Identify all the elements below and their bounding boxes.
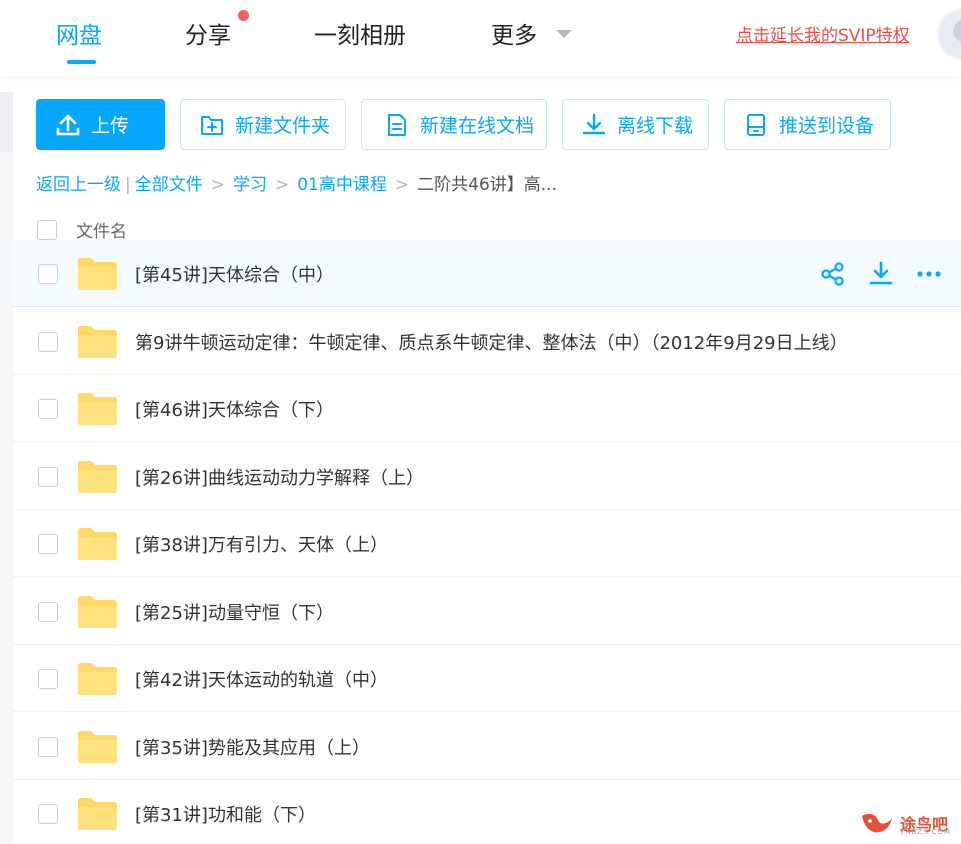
share-icon[interactable] [819,260,847,288]
avatar[interactable] [937,8,961,60]
share-badge-dot [238,10,249,21]
chevron-down-icon[interactable] [556,30,572,38]
upload-icon [56,114,80,135]
file-row[interactable]: [第42讲]天体运动的轨道（中） [13,645,961,712]
column-header-filename: 文件名 [76,222,127,242]
upload-label: 上传 [91,115,130,137]
row-checkbox[interactable] [38,466,58,487]
push-to-device-label: 推送到设备 [779,115,875,137]
row-checkbox[interactable] [38,399,58,419]
folder-icon [78,663,117,695]
download-icon[interactable] [867,260,895,288]
file-row[interactable]: [第26讲]曲线运动动力学解释（上） [13,443,961,510]
breadcrumb-back[interactable]: 返回上一级 [36,175,121,195]
bird-logo-icon [862,813,892,833]
upload-button[interactable]: 上传 [36,99,165,150]
file-name[interactable]: [第45讲]天体综合（中） [135,261,334,287]
row-checkbox[interactable] [38,736,58,757]
file-name[interactable]: [第25讲]动量守恒（下） [135,599,334,625]
offline-download-button[interactable]: 离线下载 [562,99,709,150]
folder-icon [78,325,117,358]
folder-icon [78,595,117,628]
folder-icon [78,393,117,425]
nav-tab-netdisk[interactable]: 网盘 [56,16,102,50]
folder-icon [78,528,117,560]
new-online-doc-label: 新建在线文档 [420,115,535,137]
nav-tab-more[interactable]: 更多 [491,16,537,50]
device-icon [747,113,765,136]
more-icon[interactable] [915,260,943,288]
offline-download-label: 离线下载 [617,115,694,137]
nav-tab-share[interactable]: 分享 [185,16,231,50]
file-name[interactable]: [第26讲]曲线运动动力学解释（上） [135,464,424,490]
breadcrumb: 返回上一级 | 全部文件 > 学习 >01高中课程 > 二阶共46讲】高... [36,170,557,195]
breadcrumb-item-all-files[interactable]: 全部文件 [135,175,203,195]
file-row[interactable]: [第31讲]功和能（下） [13,780,961,844]
left-sidebar-edge [0,92,13,844]
top-nav: 网盘 分享 一刻相册 更多 点击延长我的SVIP特权 [0,0,961,76]
breadcrumb-separator: > [210,175,225,195]
select-all-checkbox[interactable] [37,220,57,240]
watermark-sub: TNBZS.COM [900,828,952,836]
download-icon [582,113,606,134]
file-name[interactable]: [第46讲]天体综合（下） [135,396,334,422]
new-online-doc-button[interactable]: 新建在线文档 [361,99,547,150]
row-checkbox[interactable] [38,804,58,824]
breadcrumb-separator: > [394,175,410,195]
document-icon [388,113,406,136]
row-checkbox[interactable] [38,534,58,554]
file-row[interactable]: [第45讲]天体综合（中） [13,240,961,307]
file-row[interactable]: 第9讲牛顿运动定律：牛顿定律、质点系牛顿定律、整体法（中）（2012年9月29日… [13,308,961,375]
folder-icon [78,730,117,763]
file-row[interactable]: [第38讲]万有引力、天体（上） [13,510,961,577]
breadcrumb-divider: | [125,175,131,195]
folder-icon [78,798,117,830]
nav-active-underline [67,60,96,64]
watermark-logo: 途鸟吧 TNBZS.COM [858,808,952,838]
file-name[interactable]: [第31讲]功和能（下） [135,801,316,827]
file-name[interactable]: 第9讲牛顿运动定律：牛顿定律、质点系牛顿定律、整体法（中）（2012年9月29日… [135,329,848,355]
new-folder-label: 新建文件夹 [235,115,331,137]
file-row[interactable]: [第25讲]动量守恒（下） [13,578,961,645]
file-name[interactable]: [第42讲]天体运动的轨道（中） [135,666,388,692]
folder-icon [78,258,117,290]
row-checkbox[interactable] [38,601,58,622]
file-row[interactable]: [第46讲]天体综合（下） [13,375,961,442]
row-checkbox[interactable] [38,331,58,352]
breadcrumb-item-study[interactable]: 学习 [233,175,267,195]
row-checkbox[interactable] [38,669,58,689]
row-checkbox[interactable] [38,264,58,284]
new-folder-icon [201,115,223,135]
file-row[interactable]: [第35讲]势能及其应用（上） [13,713,961,780]
breadcrumb-item-highschool[interactable]: 01高中课程 [297,175,387,195]
folder-icon [78,460,117,493]
breadcrumb-separator: > [274,175,290,195]
new-folder-button[interactable]: 新建文件夹 [180,99,346,150]
svip-renew-link[interactable]: 点击延长我的SVIP特权 [736,21,910,46]
file-name[interactable]: [第35讲]势能及其应用（上） [135,734,370,760]
nav-tab-album[interactable]: 一刻相册 [314,16,406,50]
file-name[interactable]: [第38讲]万有引力、天体（上） [135,531,388,557]
push-to-device-button[interactable]: 推送到设备 [724,99,891,150]
row-actions [819,260,943,288]
breadcrumb-current: 二阶共46讲】高... [417,175,557,195]
